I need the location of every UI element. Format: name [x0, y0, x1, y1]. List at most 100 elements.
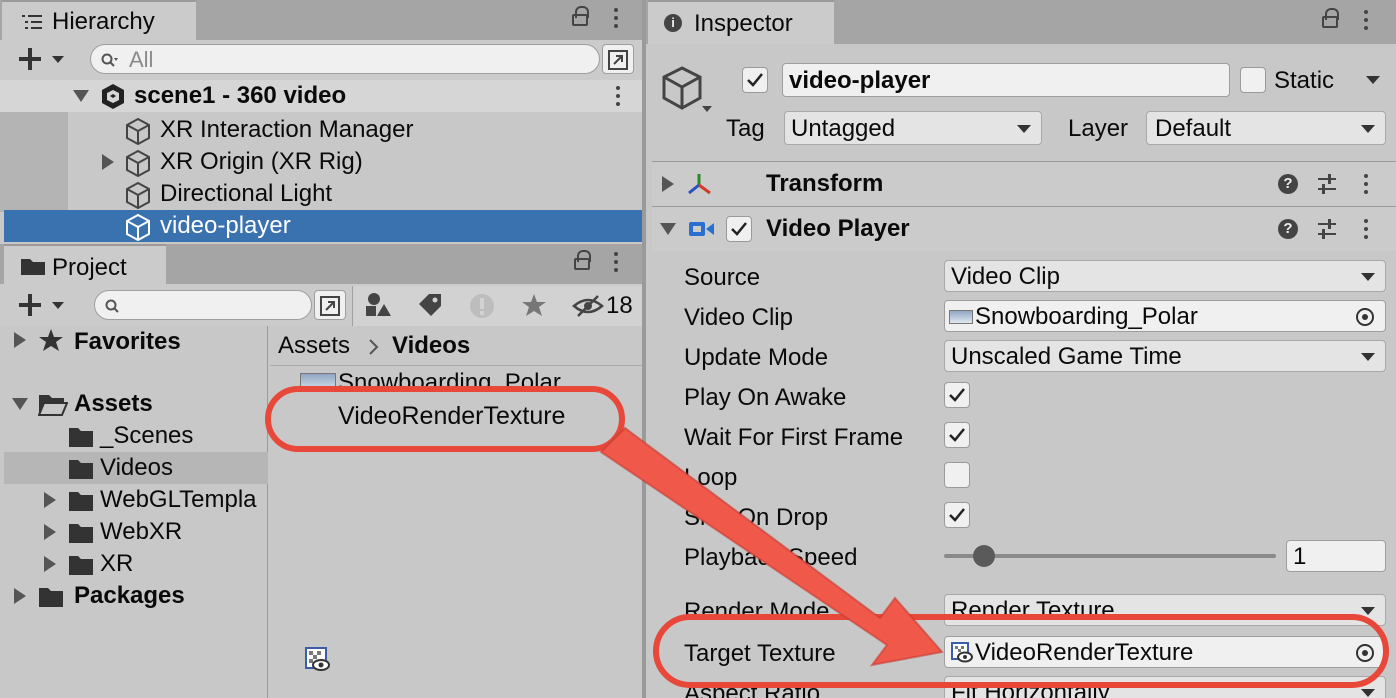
hierarchy-menu-icon[interactable]: [614, 8, 618, 28]
aspect-ratio-dropdown[interactable]: Fit Horizontally: [944, 676, 1386, 698]
folder-icon: [69, 428, 93, 447]
plus-icon: [19, 294, 64, 316]
panel-splitter[interactable]: [642, 0, 646, 698]
file-item-videorendertexture[interactable]: [300, 646, 600, 676]
video-clip-value: Snowboarding_Polar: [975, 303, 1198, 330]
expand-arrow-icon[interactable]: [662, 176, 674, 192]
video-player-component-header[interactable]: Video Player ?: [652, 207, 1396, 251]
collapse-arrow-icon[interactable]: [660, 223, 676, 235]
tab-inspector[interactable]: i Inspector: [648, 0, 834, 44]
hierarchy-gutter: [0, 112, 68, 212]
tree-item-scenes[interactable]: _Scenes: [0, 420, 268, 452]
expand-arrow-icon[interactable]: [73, 90, 89, 102]
video-thumbnail-icon: [949, 310, 973, 324]
help-icon[interactable]: ?: [1278, 174, 1298, 194]
component-menu-icon[interactable]: [1364, 219, 1368, 239]
target-texture-field[interactable]: VideoRenderTexture: [944, 636, 1386, 668]
play-on-awake-checkbox[interactable]: [944, 382, 970, 408]
breadcrumb-root[interactable]: Assets: [278, 334, 350, 358]
static-checkbox[interactable]: [1240, 67, 1266, 93]
filter-by-label-icon[interactable]: [416, 292, 444, 318]
project-panel: Project 18 Favorites Assets _Scenes Vide…: [0, 244, 642, 698]
project-menu-icon[interactable]: [614, 252, 618, 272]
aspect-ratio-value: Fit Horizontally: [951, 679, 1110, 698]
hierarchy-item-video-player[interactable]: video-player: [4, 210, 642, 242]
expand-arrow-icon[interactable]: [12, 398, 28, 410]
tree-item-webxr[interactable]: WebXR: [0, 516, 268, 548]
unity-scene-icon: [102, 84, 124, 109]
skip-on-drop-checkbox[interactable]: [944, 502, 970, 528]
expand-arrow-icon[interactable]: [102, 154, 114, 170]
inspector-menu-icon[interactable]: [1364, 10, 1368, 30]
layer-label: Layer: [1068, 115, 1129, 142]
video-clip-field[interactable]: Snowboarding_Polar: [944, 300, 1386, 332]
tree-item-videos[interactable]: Videos: [4, 452, 268, 484]
hierarchy-item-xr-origin[interactable]: XR Origin (XR Rig): [68, 146, 642, 178]
wait-first-frame-checkbox[interactable]: [944, 422, 970, 448]
lock-icon[interactable]: [574, 250, 591, 270]
tab-hierarchy[interactable]: Hierarchy: [2, 0, 196, 40]
object-name-field[interactable]: video-player: [782, 63, 1230, 97]
hierarchy-item-xr-interaction-manager[interactable]: XR Interaction Manager: [68, 114, 642, 146]
tree-item-label: Videos: [100, 454, 173, 481]
folder-icon: [69, 556, 93, 575]
tree-item-label: Assets: [74, 390, 153, 417]
project-search-input[interactable]: [94, 290, 312, 320]
hierarchy-item-directional-light[interactable]: Directional Light: [68, 178, 642, 210]
project-add-button[interactable]: [16, 292, 68, 318]
static-dropdown-icon[interactable]: [1366, 76, 1380, 84]
help-icon[interactable]: ?: [1278, 219, 1298, 239]
expand-arrow-icon[interactable]: [44, 492, 56, 508]
render-mode-dropdown[interactable]: Render Texture: [944, 594, 1386, 626]
tree-item-webgltemplates[interactable]: WebGLTempla: [0, 484, 268, 516]
project-search-scope-button[interactable]: [314, 290, 346, 320]
tree-item-assets[interactable]: Assets: [0, 388, 268, 420]
file-item-snowboarding[interactable]: Snowboarding_Polar: [270, 367, 642, 389]
presets-icon[interactable]: [1316, 172, 1338, 196]
lock-icon[interactable]: [1322, 8, 1339, 28]
expand-arrow-icon[interactable]: [14, 588, 26, 604]
update-mode-dropdown[interactable]: Unscaled Game Time: [944, 340, 1386, 372]
inspector-tab-label: Inspector: [694, 10, 793, 37]
hierarchy-search-input[interactable]: All: [90, 44, 600, 74]
tree-item-favorites[interactable]: Favorites: [0, 326, 268, 358]
scene-menu-icon[interactable]: [616, 86, 620, 106]
filter-errors-icon[interactable]: [468, 292, 496, 320]
playback-speed-input[interactable]: 1: [1286, 540, 1386, 572]
favorite-star-icon[interactable]: [520, 292, 548, 318]
breadcrumb-current[interactable]: Videos: [392, 334, 470, 358]
expand-arrow-icon[interactable]: [14, 332, 26, 348]
transform-component-header[interactable]: Transform ?: [652, 162, 1396, 206]
loop-checkbox[interactable]: [944, 462, 970, 488]
active-checkbox[interactable]: [742, 67, 768, 93]
source-dropdown[interactable]: Video Clip: [944, 260, 1386, 292]
scope-icon: [320, 296, 340, 316]
add-button[interactable]: [16, 46, 68, 72]
video-player-enabled-checkbox[interactable]: [726, 216, 752, 242]
inspector-panel: i Inspector video-player Static Tag Unta…: [646, 0, 1396, 698]
expand-arrow-icon[interactable]: [44, 556, 56, 572]
component-menu-icon[interactable]: [1364, 174, 1368, 194]
scene-row[interactable]: scene1 - 360 video: [0, 80, 642, 112]
tree-item-packages[interactable]: Packages: [0, 580, 268, 612]
tab-project[interactable]: Project: [4, 244, 166, 284]
search-scope-button[interactable]: [602, 44, 634, 74]
search-icon: [101, 53, 118, 67]
playback-speed-slider-thumb[interactable]: [972, 545, 995, 567]
object-picker-icon[interactable]: [1355, 643, 1375, 663]
layer-dropdown[interactable]: Default: [1146, 111, 1386, 145]
expand-arrow-icon[interactable]: [44, 524, 56, 540]
gameobject-large-icon[interactable]: [660, 66, 716, 116]
tree-item-label: Packages: [74, 582, 185, 609]
tag-dropdown[interactable]: Untagged: [784, 111, 1042, 145]
chevron-down-icon: [1361, 273, 1375, 281]
tree-item-xr[interactable]: XR: [0, 548, 268, 580]
project-tab-label: Project: [52, 254, 127, 281]
presets-icon[interactable]: [1316, 217, 1338, 241]
loop-label: Loop: [684, 464, 738, 491]
filter-by-type-icon[interactable]: [364, 292, 392, 318]
lock-icon[interactable]: [572, 6, 589, 26]
object-picker-icon[interactable]: [1355, 307, 1375, 327]
hidden-eye-icon[interactable]: [572, 294, 604, 318]
video-clip-label: Video Clip: [684, 304, 793, 331]
